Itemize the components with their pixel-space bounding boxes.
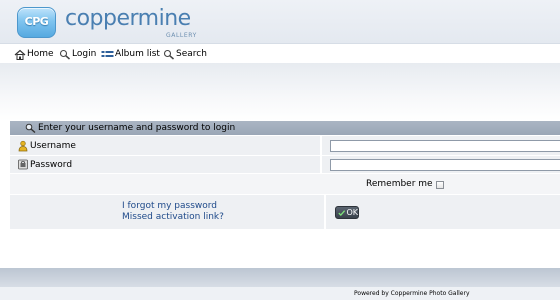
username-label: Username bbox=[18, 140, 76, 152]
album-list-icon bbox=[101, 50, 114, 57]
top-nav: Home Login Album list Search bbox=[0, 44, 560, 63]
nav-home[interactable]: Home bbox=[14, 48, 54, 60]
footer-band bbox=[0, 268, 560, 287]
home-icon bbox=[14, 49, 26, 60]
ok-button-label: OK bbox=[346, 208, 358, 217]
login-form: Enter your username and password to logi… bbox=[10, 121, 560, 230]
password-row: Password bbox=[10, 156, 560, 174]
banner-area bbox=[0, 63, 560, 121]
user-icon bbox=[18, 140, 28, 151]
username-label-text: Username bbox=[30, 140, 76, 151]
remember-me-checkbox[interactable] bbox=[436, 181, 444, 189]
login-title-bar: Enter your username and password to logi… bbox=[10, 121, 560, 135]
checkmark-icon bbox=[338, 209, 346, 216]
forgot-password-link[interactable]: I forgot my password bbox=[122, 201, 217, 212]
actions-row: I forgot my password Missed activation l… bbox=[10, 195, 560, 230]
nav-home-label: Home bbox=[27, 49, 54, 59]
magnifier-key-icon bbox=[59, 49, 70, 60]
remember-me-label: Remember me bbox=[366, 179, 433, 189]
links-cell: I forgot my password Missed activation l… bbox=[10, 195, 326, 229]
ok-button[interactable]: OK bbox=[335, 206, 359, 219]
username-label-cell: Username bbox=[10, 136, 322, 155]
password-label-text: Password bbox=[30, 159, 73, 170]
nav-search[interactable]: Search bbox=[163, 48, 207, 60]
logo-badge-text: CPG bbox=[24, 15, 49, 28]
ok-cell bbox=[326, 195, 560, 229]
logo-wordmark: coppermine bbox=[65, 6, 191, 31]
logo-subtitle: GALLERY bbox=[166, 32, 197, 39]
nav-login-label: Login bbox=[72, 49, 97, 59]
missed-activation-link[interactable]: Missed activation link? bbox=[122, 212, 224, 223]
nav-album-list-label: Album list bbox=[115, 49, 160, 59]
password-input[interactable] bbox=[330, 158, 560, 171]
nav-search-label: Search bbox=[176, 49, 207, 59]
nav-album-list[interactable]: Album list bbox=[101, 48, 160, 60]
remember-row: Remember me bbox=[10, 174, 560, 194]
search-icon bbox=[163, 49, 174, 60]
powered-by-text: Powered by Coppermine Photo Gallery bbox=[354, 290, 470, 297]
password-label-cell: Password bbox=[10, 156, 322, 173]
password-input-cell bbox=[322, 156, 560, 173]
login-title: Enter your username and password to logi… bbox=[38, 123, 236, 133]
password-icon bbox=[18, 159, 28, 170]
header: CPG coppermine GALLERY bbox=[0, 0, 560, 44]
password-label: Password bbox=[18, 159, 72, 170]
nav-login[interactable]: Login bbox=[59, 48, 96, 60]
footer-bottom bbox=[0, 287, 560, 300]
username-row: Username bbox=[10, 136, 560, 156]
magnifier-icon bbox=[25, 123, 36, 133]
logo-badge[interactable]: CPG bbox=[17, 7, 56, 38]
username-input[interactable] bbox=[330, 139, 560, 152]
username-input-cell bbox=[322, 136, 560, 155]
